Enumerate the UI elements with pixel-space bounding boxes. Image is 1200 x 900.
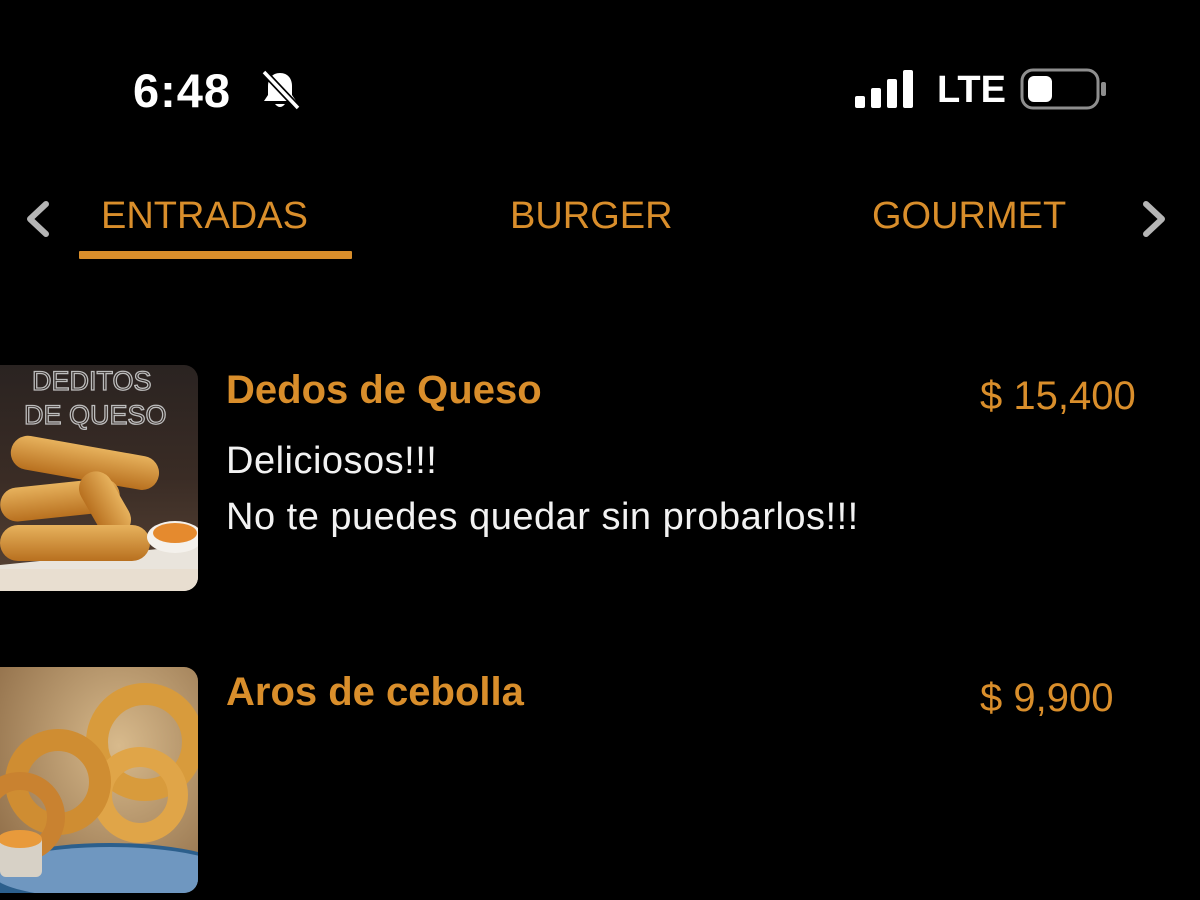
bell-slash-icon <box>261 69 301 111</box>
menu-item[interactable]: Aros de cebolla $ 9,900 <box>0 667 1200 900</box>
item-name: Aros de cebolla <box>226 670 524 714</box>
tab-selected-indicator <box>79 251 352 259</box>
chevron-left-icon[interactable] <box>20 196 56 242</box>
menu-item[interactable]: DEDITOS DE QUESO Dedos de Queso $ 15,400 … <box>0 365 1200 595</box>
cheese-sticks-image: DEDITOS DE QUESO <box>0 365 198 591</box>
chevron-right-icon[interactable] <box>1136 196 1172 242</box>
menu-screen: 6:48 LTE ENTRADAS BURGER GOURMET DEDITOS… <box>0 0 1200 900</box>
battery-icon <box>1020 68 1106 110</box>
item-name: Dedos de Queso <box>226 368 542 412</box>
network-type: LTE <box>937 69 1006 111</box>
signal-icon <box>855 70 913 108</box>
tab-entradas[interactable]: ENTRADAS <box>101 192 308 240</box>
item-price: $ 15,400 <box>980 374 1136 418</box>
item-description: Deliciosos!!! No te puedes quedar sin pr… <box>226 440 859 538</box>
tab-burger[interactable]: BURGER <box>510 192 673 240</box>
item-thumbnail[interactable]: DEDITOS DE QUESO <box>0 365 198 591</box>
item-thumbnail[interactable] <box>0 667 198 893</box>
onion-rings-image <box>0 667 198 893</box>
tab-gourmet[interactable]: GOURMET <box>872 192 1066 240</box>
status-time: 6:48 <box>133 64 232 117</box>
item-price: $ 9,900 <box>980 676 1114 720</box>
